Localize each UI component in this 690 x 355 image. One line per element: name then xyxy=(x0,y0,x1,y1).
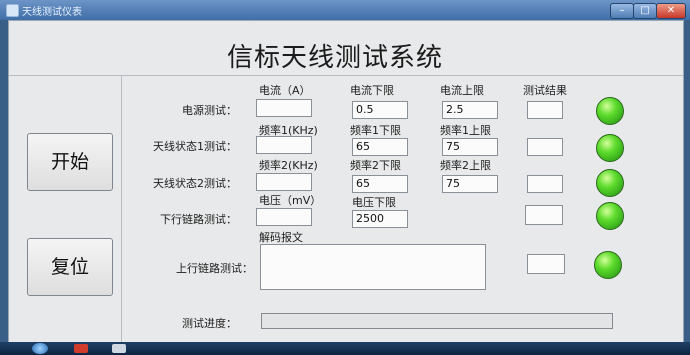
uplink-col1-label: 解码报文 xyxy=(259,231,303,244)
antenna1-freq-field[interactable] xyxy=(256,136,312,154)
start-button[interactable]: 开始 xyxy=(27,133,113,191)
close-icon: ✕ xyxy=(666,5,676,16)
downlink-col1-label: 电压（mV） xyxy=(259,194,322,207)
start-orb-icon[interactable] xyxy=(32,343,48,354)
reset-button[interactable]: 复位 xyxy=(27,238,113,296)
antenna1-col3-label: 频率1上限 xyxy=(440,124,491,137)
uplink-test-label: 上行链路测试： xyxy=(176,262,253,275)
app-icon xyxy=(6,4,19,17)
downlink-result-field xyxy=(525,205,563,225)
antenna1-result-field xyxy=(527,138,563,156)
antenna2-col3-label: 频率2上限 xyxy=(440,159,491,172)
power-high-field[interactable]: 2.5 xyxy=(442,101,498,119)
power-test-label: 电源测试： xyxy=(182,104,237,117)
antenna1-high-field[interactable]: 75 xyxy=(442,138,498,156)
antenna2-low-field[interactable]: 65 xyxy=(352,175,408,193)
power-low-field[interactable]: 0.5 xyxy=(352,101,408,119)
column-current: 电流（A） xyxy=(259,84,311,97)
main-panel: 信标天线测试系统 开始 复位 电流（A） 电流下限 电流上限 测试结果 电源测试… xyxy=(8,20,684,344)
uplink-status-indicator xyxy=(594,251,622,279)
antenna2-high-field[interactable]: 75 xyxy=(442,175,498,193)
uplink-result-field xyxy=(527,254,565,274)
downlink-test-label: 下行链路测试： xyxy=(160,213,237,226)
page-title: 信标天线测试系统 xyxy=(227,43,444,73)
minimize-button[interactable]: – xyxy=(610,3,634,19)
antenna1-col2-label: 频率1下限 xyxy=(350,124,401,137)
decoded-message-field[interactable] xyxy=(260,244,486,290)
downlink-col2-label: 电压下限 xyxy=(352,196,396,209)
antenna2-result-field xyxy=(527,175,563,193)
app-task-icon[interactable] xyxy=(112,344,126,353)
power-current-field[interactable] xyxy=(256,99,312,117)
antenna2-freq-field[interactable] xyxy=(256,173,312,191)
antenna1-status-indicator xyxy=(596,134,624,162)
downlink-status-indicator xyxy=(596,202,624,230)
taskbar xyxy=(0,342,690,355)
antenna1-low-field[interactable]: 65 xyxy=(352,138,408,156)
window-titlebar: 天线测试仪表 – □ ✕ xyxy=(0,0,690,20)
test-progress-bar xyxy=(261,313,613,329)
maximize-icon: □ xyxy=(640,5,650,16)
antenna2-col2-label: 频率2下限 xyxy=(350,159,401,172)
window-title: 天线测试仪表 xyxy=(22,7,82,18)
downlink-low-field[interactable]: 2500 xyxy=(352,210,408,228)
column-current-low: 电流下限 xyxy=(350,84,394,97)
column-current-high: 电流上限 xyxy=(440,84,484,97)
downlink-voltage-field[interactable] xyxy=(256,208,312,226)
antenna2-test-label: 天线状态2测试： xyxy=(153,177,237,190)
close-button[interactable]: ✕ xyxy=(656,3,686,19)
power-result-field xyxy=(527,101,563,119)
header-divider xyxy=(9,75,683,76)
power-status-indicator xyxy=(596,97,624,125)
progress-label: 测试进度： xyxy=(182,317,237,330)
browser-icon[interactable] xyxy=(74,344,88,353)
antenna2-col1-label: 频率2(KHz) xyxy=(259,159,318,172)
minimize-icon: – xyxy=(619,5,625,16)
antenna1-test-label: 天线状态1测试： xyxy=(153,140,237,153)
maximize-button[interactable]: □ xyxy=(633,3,657,19)
antenna2-status-indicator xyxy=(596,169,624,197)
column-result: 测试结果 xyxy=(523,84,567,97)
